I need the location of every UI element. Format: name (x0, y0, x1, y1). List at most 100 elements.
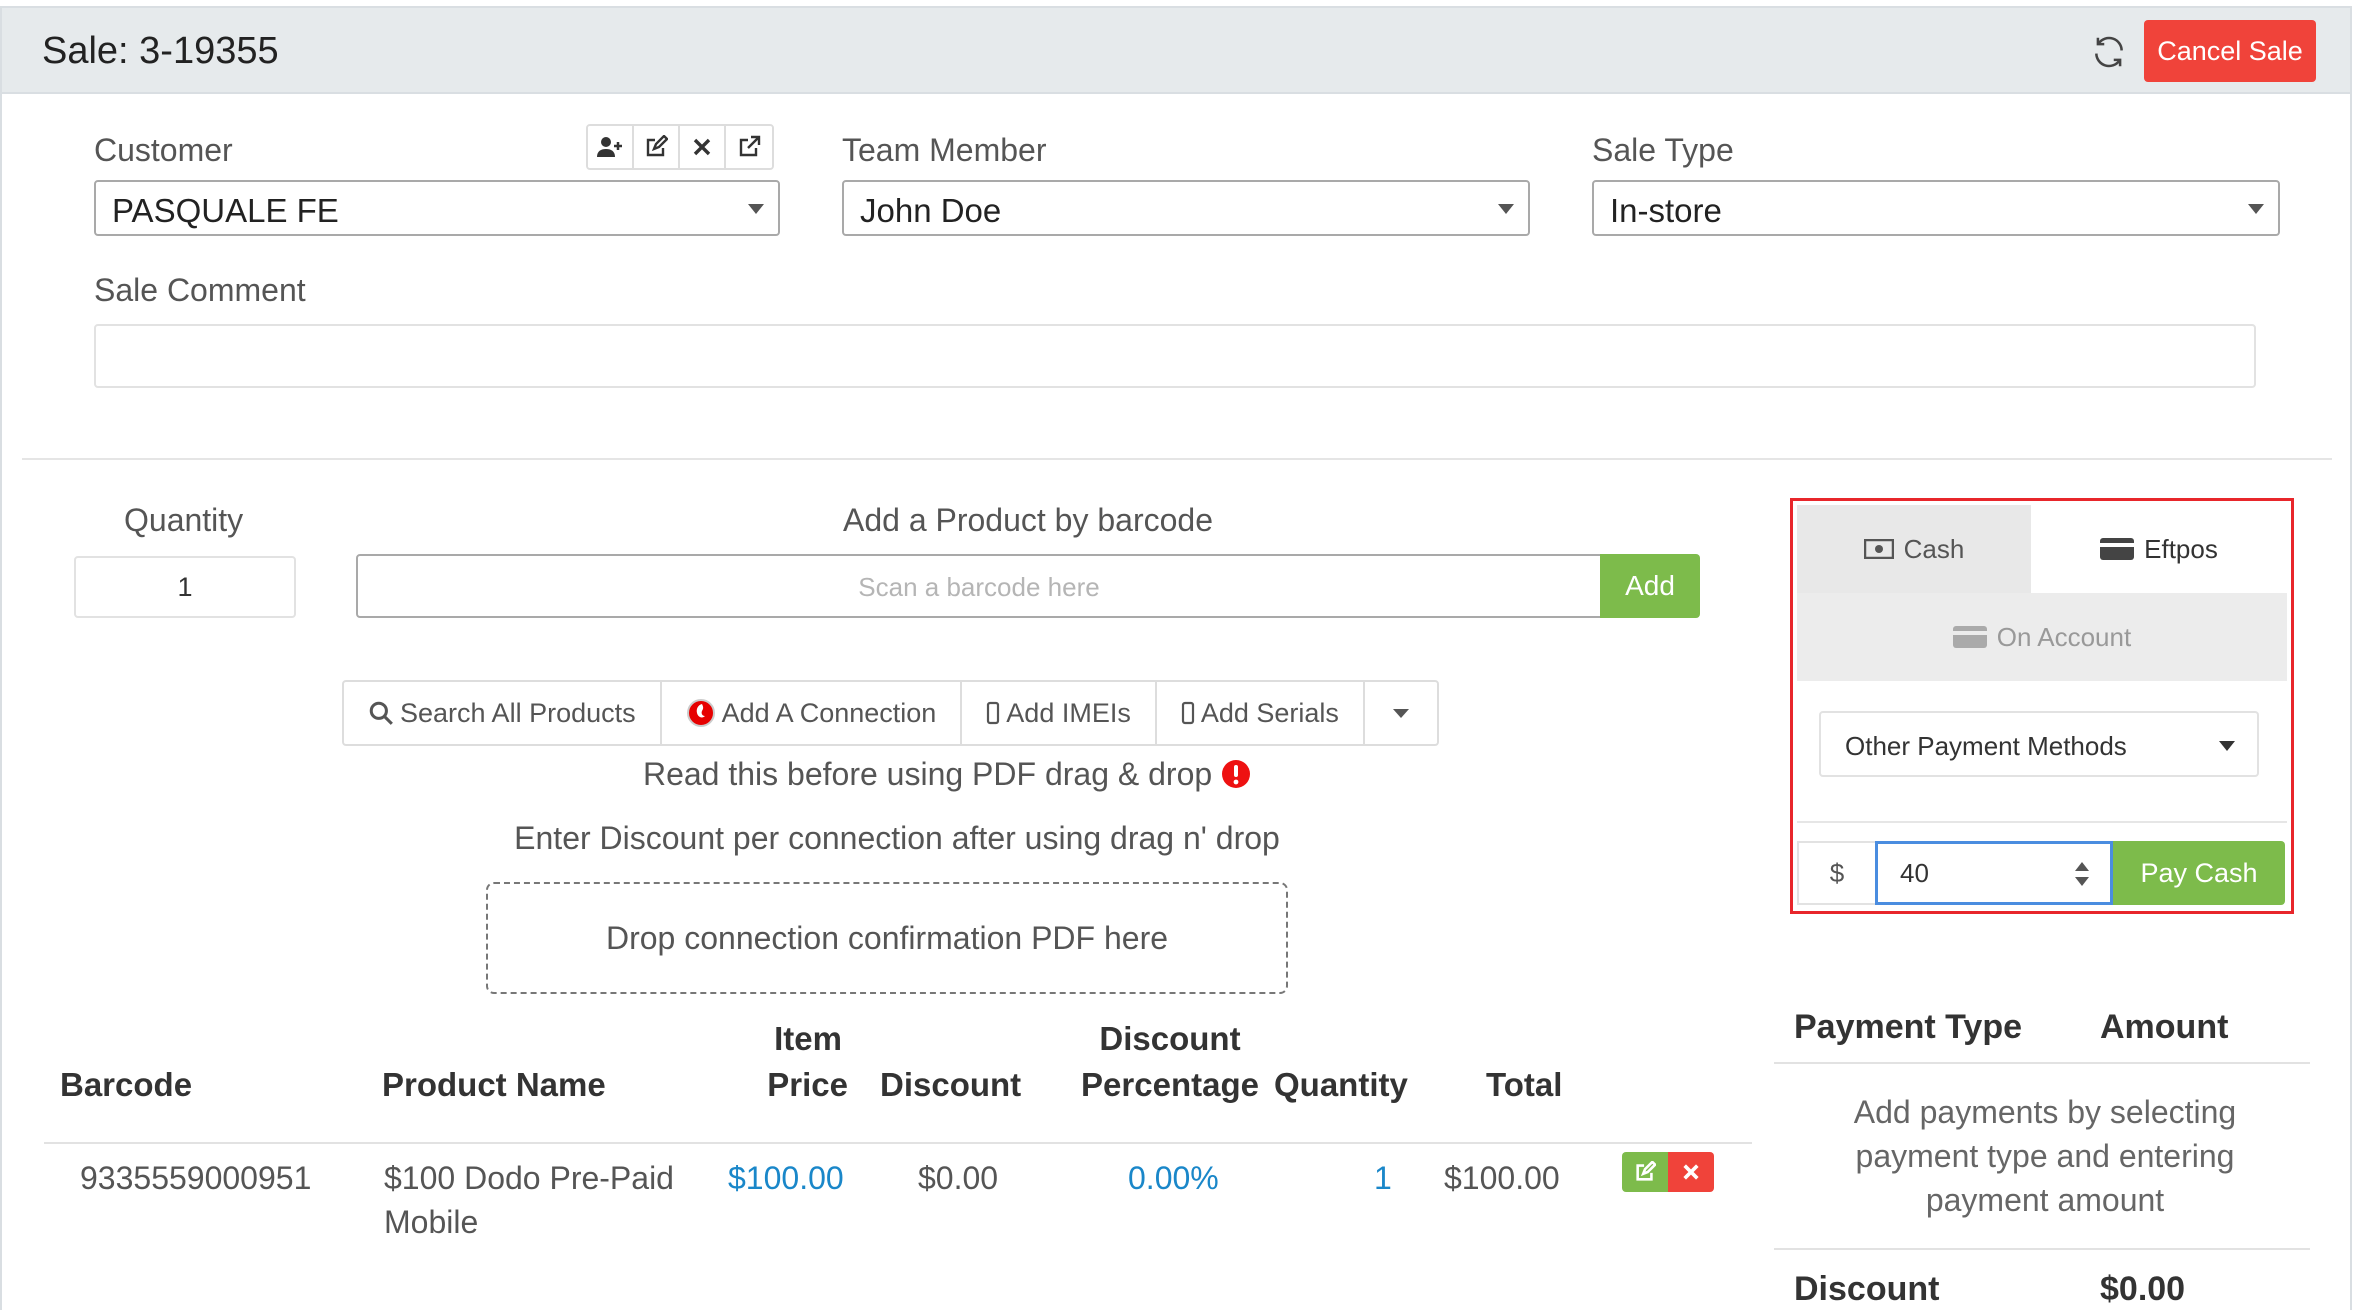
exclamation-circle-icon (1222, 760, 1251, 788)
search-all-products-button[interactable]: Search All Products (344, 682, 662, 744)
tab-eftpos-label: Eftpos (2144, 533, 2218, 564)
tab-on-account-label: On Account (1996, 621, 2132, 652)
chevron-down-icon (748, 204, 764, 214)
add-imeis-label: Add IMEIs (1006, 697, 1131, 728)
product-actions-group: Search All Products Add A Connection Add… (342, 680, 1439, 746)
team-member-select[interactable]: John Doe (842, 180, 1530, 236)
add-connection-button[interactable]: Add A Connection (662, 682, 963, 744)
th-discount: Discount (880, 1066, 1022, 1103)
th-barcode: Barcode (60, 1066, 193, 1103)
caret-down-icon (1392, 708, 1409, 718)
sale-panel: Sale: 3-19355 Cancel Sale Customer PASQU… (0, 6, 2352, 1310)
currency-addon: $ (1797, 841, 1875, 905)
th-item-price-line2: Price (767, 1066, 848, 1103)
add-imeis-button[interactable]: Add IMEIs (962, 682, 1157, 744)
summary-discount-label: Discount (1794, 1270, 1940, 1308)
row-actions (1622, 1152, 1714, 1192)
team-member-value: John Doe (860, 192, 1002, 229)
table-header-rule (44, 1142, 1752, 1144)
customer-toolbar (586, 124, 774, 170)
sale-header: Sale: 3-19355 Cancel Sale (2, 8, 2350, 94)
payment-methods-box: Cash Eftpos On Account Other Payment Met… (1790, 498, 2294, 914)
close-icon (693, 138, 711, 156)
row-product-name-line2: Mobile (384, 1204, 479, 1240)
edit-icon (646, 135, 668, 157)
add-connection-label: Add A Connection (721, 697, 937, 728)
delete-row-button[interactable] (1668, 1152, 1714, 1192)
cancel-sale-button[interactable]: Cancel Sale (2144, 20, 2316, 82)
sale-type-select[interactable]: In-store (1592, 180, 2280, 236)
customer-label: Customer (94, 132, 233, 168)
pdf-note[interactable]: Read this before using PDF drag & drop (342, 756, 1552, 793)
row-total: $100.00 (1444, 1160, 1560, 1196)
team-member-label: Team Member (842, 132, 1047, 168)
other-payment-methods-select[interactable]: Other Payment Methods (1819, 711, 2259, 777)
mobile-phone-icon (1181, 701, 1194, 725)
row-quantity-link[interactable]: 1 (1374, 1160, 1392, 1197)
payments-header-rule (1774, 1062, 2310, 1064)
vodafone-logo-icon (686, 699, 715, 727)
customer-value: PASQUALE FE (112, 192, 339, 229)
search-icon (369, 701, 393, 725)
th-product-name: Product Name (382, 1066, 606, 1103)
tab-cash[interactable]: Cash (1797, 505, 2031, 593)
more-actions-dropdown[interactable] (1365, 682, 1437, 744)
caret-down-icon (2219, 741, 2235, 751)
th-quantity: Quantity (1274, 1066, 1408, 1103)
barcode-label: Add a Product by barcode (842, 502, 1213, 538)
payments-hint-rule (1774, 1248, 2310, 1250)
close-icon (1683, 1164, 1699, 1180)
edit-icon (1636, 1161, 1656, 1181)
money-bill-icon (1863, 539, 1894, 559)
payment-amount-input[interactable]: 40 (1875, 841, 2113, 905)
add-serials-label: Add Serials (1200, 697, 1339, 728)
sale-title: Sale: 3-19355 (42, 30, 279, 72)
chevron-down-icon (1498, 204, 1514, 214)
add-customer-button[interactable] (588, 126, 634, 168)
quantity-label: Quantity (124, 502, 244, 538)
open-customer-button[interactable] (726, 126, 772, 168)
credit-card-icon (1952, 626, 1987, 648)
add-barcode-button[interactable]: Add (1600, 554, 1700, 618)
remove-customer-button[interactable] (680, 126, 726, 168)
summary-discount-value: $0.00 (2100, 1270, 2186, 1308)
dropzone-text: Drop connection confirmation PDF here (605, 920, 1169, 956)
add-serials-button[interactable]: Add Serials (1157, 682, 1365, 744)
row-discount-pct-link[interactable]: 0.00% (1128, 1160, 1219, 1197)
th-discount-pct-line2: Percentage (1081, 1066, 1259, 1103)
customer-select[interactable]: PASQUALE FE (94, 180, 780, 236)
edit-customer-button[interactable] (634, 126, 680, 168)
payment-amount-header: Amount (2100, 1008, 2229, 1046)
barcode-input[interactable]: Scan a barcode here (356, 554, 1602, 618)
row-product-name-line1: $100 Dodo Pre-Paid (384, 1160, 674, 1196)
sale-comment-label: Sale Comment (94, 272, 306, 308)
credit-card-icon (2100, 538, 2135, 560)
sale-type-value: In-store (1610, 192, 1722, 229)
row-discount: $0.00 (918, 1160, 999, 1196)
pay-cash-button[interactable]: Pay Cash (2113, 841, 2285, 905)
tab-on-account[interactable]: On Account (1797, 593, 2287, 681)
mobile-phone-icon (987, 701, 1000, 725)
row-barcode: 9335559000951 (80, 1160, 312, 1196)
payments-hint: Add payments by selecting payment type a… (1853, 1094, 2237, 1218)
discount-note: Enter Discount per connection after usin… (514, 820, 1280, 856)
barcode-placeholder: Scan a barcode here (858, 572, 1100, 602)
pdf-dropzone[interactable]: Drop connection confirmation PDF here (486, 882, 1288, 994)
number-spinner-icon[interactable] (2072, 858, 2092, 890)
chevron-down-icon (2248, 204, 2264, 214)
search-all-products-label: Search All Products (400, 697, 636, 728)
pdf-note-text: Read this before using PDF drag & drop (642, 756, 1213, 792)
row-item-price-link[interactable]: $100.00 (728, 1160, 844, 1197)
payment-type-header: Payment Type (1794, 1008, 2023, 1046)
tab-cash-label: Cash (1903, 533, 1965, 564)
tab-eftpos[interactable]: Eftpos (2031, 505, 2287, 593)
section-divider (22, 458, 2332, 460)
sale-comment-input[interactable] (94, 324, 2256, 388)
user-plus-icon (597, 137, 622, 157)
th-discount-pct-line1: Discount (1099, 1020, 1241, 1057)
payment-separator (1797, 821, 2287, 823)
quantity-input[interactable]: 1 (74, 556, 296, 618)
refresh-icon[interactable] (2090, 33, 2128, 71)
payment-amount-value: 40 (1900, 858, 1929, 888)
edit-row-button[interactable] (1622, 1152, 1668, 1192)
